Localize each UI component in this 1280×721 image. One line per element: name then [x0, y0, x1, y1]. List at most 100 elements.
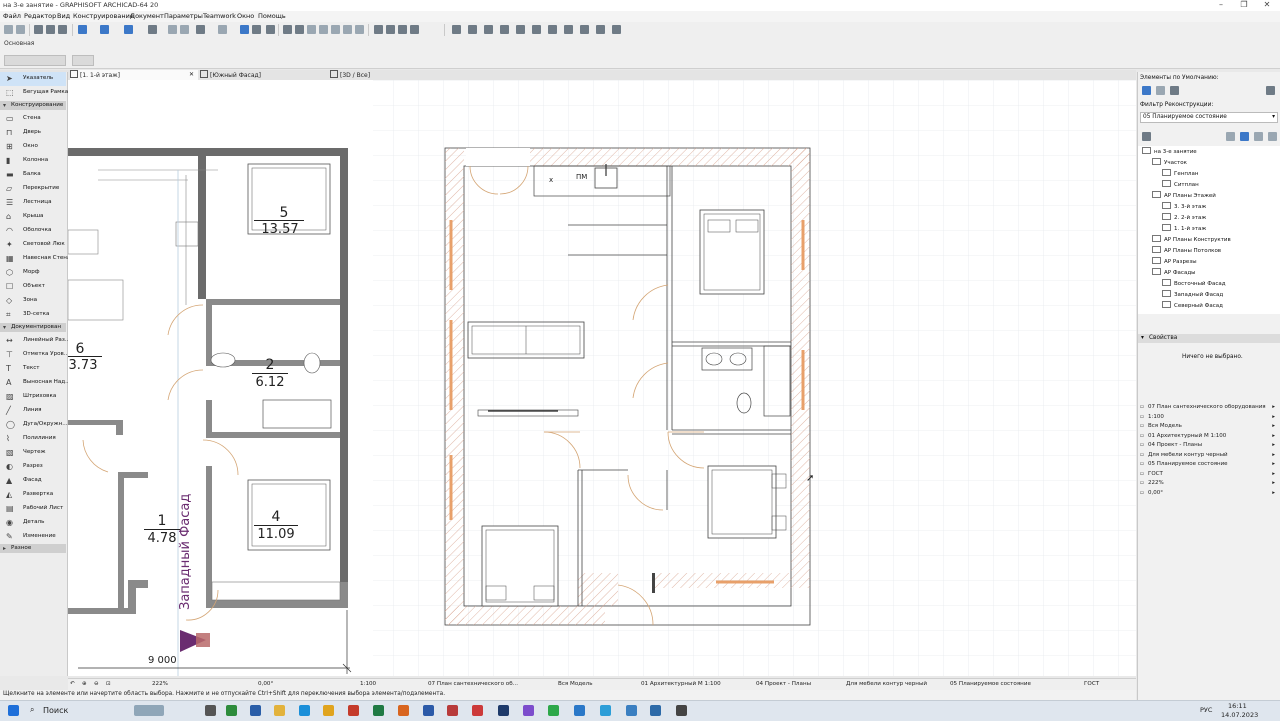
view-setting-item[interactable]: ▫ 222% ▸	[1140, 479, 1278, 488]
menu-window[interactable]: Окно	[237, 12, 254, 20]
detail-icon[interactable]	[532, 25, 541, 34]
undo-icon[interactable]	[4, 25, 13, 34]
tool-doc-12[interactable]: ▤ Рабочий Лист	[0, 502, 66, 516]
grid-icon[interactable]	[148, 25, 157, 34]
tool-marquee[interactable]: ⬚ Бегущая Рамка	[0, 86, 68, 100]
view-setting-item[interactable]: ▫ Вся Модель ▸	[1140, 422, 1278, 431]
tool-design-10[interactable]: ▦ Навесная Стена	[0, 252, 70, 266]
pdf-icon[interactable]	[348, 705, 359, 716]
tool-design-3[interactable]: ▮ Колонна	[0, 154, 66, 168]
distribute-icon[interactable]	[374, 25, 383, 34]
intersect-icon[interactable]	[295, 25, 304, 34]
tab-floor-1[interactable]: [1. 1-й этаж] ✕	[70, 70, 198, 80]
close-button[interactable]: ✕	[1256, 0, 1278, 10]
elevation-marker-label[interactable]: Западный Фасад	[178, 470, 194, 610]
tool-design-7[interactable]: ⌂ Крыша	[0, 210, 66, 224]
layer-combination[interactable]: 07 План сантехнического об...	[428, 681, 518, 687]
tool-design-4[interactable]: ▬ Балка	[0, 168, 66, 182]
worksheet-icon[interactable]	[516, 25, 525, 34]
view-setting-item[interactable]: ▫ ГОСТ ▸	[1140, 470, 1278, 479]
tool-design-12[interactable]: ☐ Объект	[0, 280, 66, 294]
tool-doc-8[interactable]: ▧ Чертеж	[0, 446, 66, 460]
tool-doc-9[interactable]: ◐ Разрез	[0, 460, 66, 474]
tree-item[interactable]: Ситплан	[1162, 180, 1199, 188]
graphic-override[interactable]: Для мебели контур черный	[846, 681, 927, 687]
tool-doc-10[interactable]: ▲ Фасад	[0, 474, 66, 488]
chamfer-icon[interactable]	[319, 25, 328, 34]
fit-icon[interactable]: ⊡	[106, 681, 111, 687]
word-icon[interactable]	[423, 705, 434, 716]
tree-item[interactable]: Западный Фасад	[1162, 290, 1223, 298]
app-icon[interactable]	[472, 705, 483, 716]
arrange-icon[interactable]	[410, 25, 419, 34]
zoom-in-icon[interactable]: ⊕	[82, 681, 87, 687]
section-view-icon[interactable]	[468, 25, 477, 34]
stretch-icon[interactable]	[331, 25, 340, 34]
pen-icon[interactable]	[1170, 86, 1179, 95]
navigator-menu-icon[interactable]	[1142, 132, 1151, 141]
layout-book-icon[interactable]	[1254, 132, 1263, 141]
zoom-icon[interactable]	[266, 25, 275, 34]
section-documentation[interactable]: ▾ Документирован	[0, 323, 66, 332]
arrow-tool-icon[interactable]	[78, 25, 87, 34]
tool-doc-14[interactable]: ✎ Изменение	[0, 530, 66, 544]
pen-set[interactable]: 01 Архитектурный М 1:100	[641, 681, 721, 687]
layout-icon[interactable]	[548, 25, 557, 34]
tree-item[interactable]: 2. 2-й этаж	[1162, 213, 1206, 221]
group-icon[interactable]	[196, 25, 205, 34]
resize-icon[interactable]	[343, 25, 352, 34]
layer-icon[interactable]	[124, 25, 133, 34]
interior-view-icon[interactable]	[500, 25, 509, 34]
edge-icon[interactable]	[299, 705, 310, 716]
tree-item[interactable]: 1. 1-й этаж	[1162, 224, 1206, 232]
app-icon[interactable]	[250, 705, 261, 716]
clock-time[interactable]: 16:11	[1228, 702, 1247, 710]
tool-doc-7[interactable]: ⌇ Полилиния	[0, 432, 66, 446]
project-info-icon[interactable]	[612, 25, 621, 34]
style-icon[interactable]	[1156, 86, 1165, 95]
skype-icon[interactable]	[574, 705, 585, 716]
align-icon[interactable]	[386, 25, 395, 34]
lock-icon[interactable]	[218, 25, 227, 34]
fillet-icon[interactable]	[307, 25, 316, 34]
defaults-menu-icon[interactable]	[1266, 86, 1275, 95]
viber-icon[interactable]	[523, 705, 534, 716]
archicad-icon[interactable]	[650, 705, 661, 716]
app-icon[interactable]	[226, 705, 237, 716]
menu-design[interactable]: Конструирование	[73, 12, 134, 20]
view-setting-item[interactable]: ▫ Для мебели контур черный ▸	[1140, 451, 1278, 460]
magic-wand-icon[interactable]	[240, 25, 249, 34]
tool-design-14[interactable]: ⌗ 3D-сетка	[0, 308, 66, 322]
tool-design-6[interactable]: ☰ Лестница	[0, 196, 66, 210]
chrome-icon[interactable]	[274, 705, 285, 716]
zoom-out-icon[interactable]: ⊖	[94, 681, 99, 687]
tree-item[interactable]: Участок	[1152, 158, 1187, 166]
menu-edit[interactable]: Редактор	[24, 12, 56, 20]
rotate-icon[interactable]	[355, 25, 364, 34]
view-setting-item[interactable]: ▫ 05 Планируемое состояние ▸	[1140, 460, 1278, 469]
tool-doc-0[interactable]: ↔ Линейный Раз...	[0, 334, 70, 348]
tool-design-2[interactable]: ⊞ Окно	[0, 140, 66, 154]
tree-item[interactable]: Восточный Фасад	[1162, 279, 1226, 287]
renovation-select[interactable]: 05 Планируемое состояние ▾	[1140, 112, 1278, 123]
tool-doc-13[interactable]: ◉ Деталь	[0, 516, 66, 530]
rotation-angle[interactable]: 0,00°	[258, 681, 273, 687]
tool-doc-6[interactable]: ◯ Дуга/Окружн...	[0, 418, 68, 432]
renovation-filter[interactable]: 05 Планируемое состояние	[950, 681, 1031, 687]
tool-design-8[interactable]: ◠ Оболочка	[0, 224, 66, 238]
menu-file[interactable]: Файл	[3, 12, 21, 20]
tree-item[interactable]: 3. 3-й этаж	[1162, 202, 1206, 210]
section-more[interactable]: ▸ Разное	[0, 544, 66, 553]
line-tool-icon[interactable]	[100, 25, 109, 34]
clock-date[interactable]: 14.07.2023	[1221, 711, 1258, 719]
app-icon[interactable]	[676, 705, 687, 716]
split-icon[interactable]	[180, 25, 189, 34]
app-icon[interactable]	[626, 705, 637, 716]
view-3d-icon[interactable]	[452, 25, 461, 34]
list-icon[interactable]	[596, 25, 605, 34]
favorites-icon[interactable]	[1142, 86, 1151, 95]
tool-doc-11[interactable]: ◭ Развертка	[0, 488, 66, 502]
tool-design-1[interactable]: ⊓ Дверь	[0, 126, 66, 140]
tool-design-13[interactable]: ◇ Зона	[0, 294, 66, 308]
widgets-icon[interactable]	[134, 705, 164, 716]
